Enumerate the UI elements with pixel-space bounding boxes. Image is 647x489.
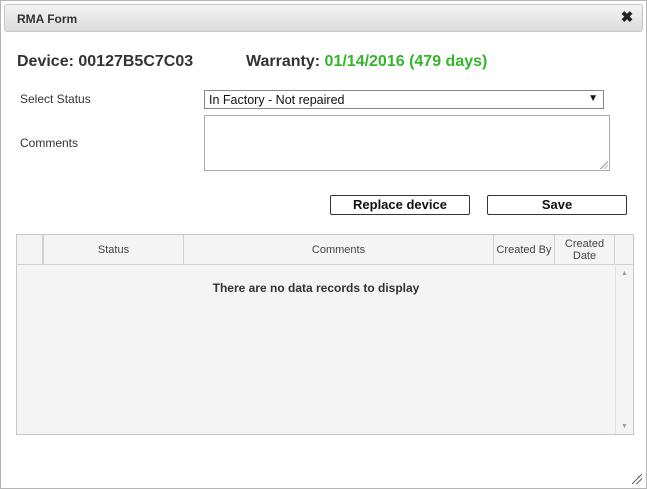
dropdown-arrow-icon: ▼ — [588, 93, 598, 104]
comments-textarea[interactable] — [204, 115, 610, 171]
scroll-down-icon[interactable]: ▼ — [616, 423, 633, 430]
dialog-resize-handle-icon[interactable] — [632, 474, 642, 484]
device-info: Device: 00127B5C7C03 — [17, 53, 193, 71]
status-select[interactable]: In Factory - Not repaired ▼ — [204, 90, 604, 109]
comments-label: Comments — [20, 136, 79, 150]
grid-header: Status Comments Created By Created Date — [17, 235, 633, 265]
warranty-info: Warranty: 01/14/2016 (479 days) — [246, 53, 487, 71]
grid-header-created-date[interactable]: Created Date — [555, 235, 615, 265]
grid-header-scroll-spacer — [615, 235, 633, 265]
replace-device-button[interactable]: Replace device — [330, 195, 470, 215]
rma-dialog: RMA Form ✖ Device: 00127B5C7C03 Warranty… — [0, 0, 647, 489]
select-status-label: Select Status — [20, 92, 91, 106]
dialog-titlebar[interactable]: RMA Form ✖ — [4, 4, 643, 32]
grid-header-comments[interactable]: Comments — [184, 235, 494, 265]
grid-header-status[interactable]: Status — [43, 235, 184, 265]
rma-history-grid: Status Comments Created By Created Date … — [16, 234, 634, 435]
save-button[interactable]: Save — [487, 195, 627, 215]
grid-empty-message: There are no data records to display — [212, 281, 420, 295]
dialog-title: RMA Form — [17, 12, 78, 26]
grid-vertical-scrollbar[interactable]: ▲ ▼ — [615, 266, 633, 434]
warranty-value: 01/14/2016 (479 days) — [324, 53, 488, 70]
warranty-label: Warranty: — [246, 53, 321, 70]
textarea-resize-icon[interactable] — [600, 161, 608, 169]
grid-header-created-by[interactable]: Created By — [494, 235, 555, 265]
status-select-value: In Factory - Not repaired — [209, 93, 345, 107]
grid-header-cell-blank — [17, 235, 43, 265]
device-id: 00127B5C7C03 — [78, 53, 194, 70]
scroll-up-icon[interactable]: ▲ — [616, 270, 633, 277]
close-icon[interactable]: ✖ — [619, 10, 635, 26]
device-label: Device: — [17, 53, 74, 70]
